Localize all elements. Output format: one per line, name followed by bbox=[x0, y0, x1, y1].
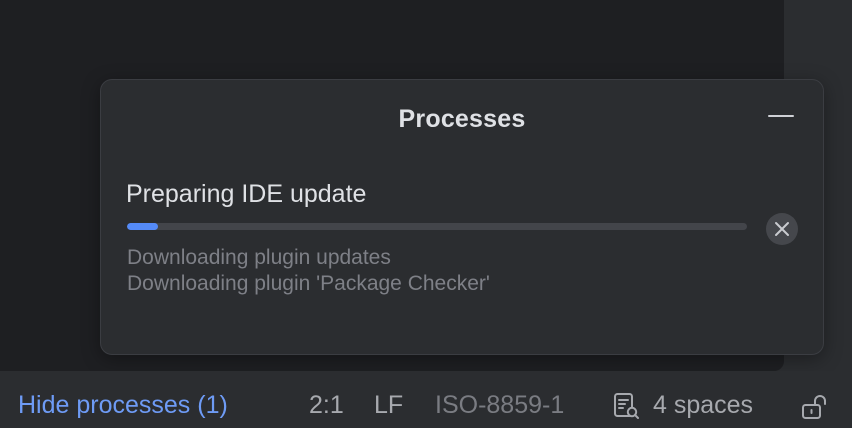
minimize-button[interactable] bbox=[762, 104, 798, 128]
ide-window: Processes Preparing IDE update Downloadi… bbox=[0, 0, 852, 428]
progress-fill bbox=[127, 223, 158, 230]
task-detail: Downloading plugin updates bbox=[127, 246, 391, 269]
progress-bar bbox=[127, 223, 747, 230]
document-settings-icon[interactable] bbox=[611, 391, 641, 421]
task-title: Preparing IDE update bbox=[126, 180, 367, 208]
task-detail: Downloading plugin 'Package Checker' bbox=[127, 272, 490, 295]
indent-widget[interactable]: 4 spaces bbox=[653, 391, 753, 420]
popup-title: Processes bbox=[398, 105, 526, 133]
unlock-icon[interactable] bbox=[800, 392, 830, 422]
encoding-widget[interactable]: ISO-8859-1 bbox=[435, 391, 564, 420]
processes-popup: Processes Preparing IDE update Downloadi… bbox=[100, 79, 824, 355]
cancel-process-button[interactable] bbox=[766, 213, 798, 245]
line-separator-widget[interactable]: LF bbox=[374, 391, 403, 420]
status-bar: Hide processes (1) 2:1 LF ISO-8859-1 4 s… bbox=[0, 371, 852, 428]
close-icon bbox=[775, 222, 789, 236]
hide-processes-link[interactable]: Hide processes (1) bbox=[18, 391, 228, 420]
caret-position-widget[interactable]: 2:1 bbox=[309, 391, 344, 420]
